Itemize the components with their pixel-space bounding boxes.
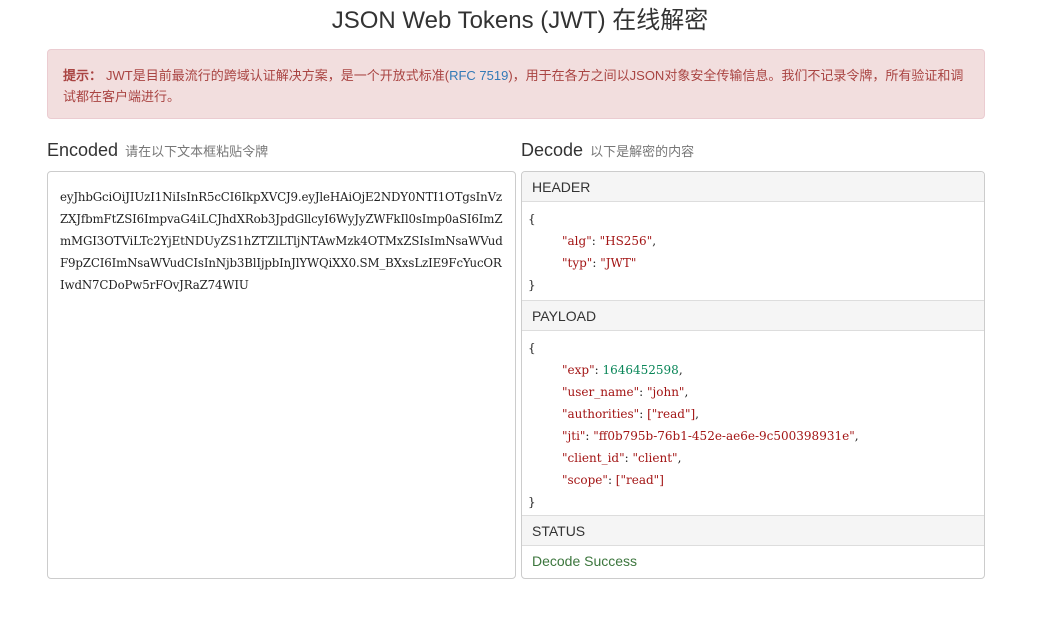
- status-message: Decode Success: [532, 553, 638, 569]
- json-value: ["read"]: [615, 473, 664, 487]
- encoded-title: Encoded: [47, 140, 119, 160]
- json-key: "typ": [562, 256, 593, 270]
- json-value: "JWT": [600, 256, 637, 270]
- payload-section-label: PAYLOAD: [522, 301, 984, 331]
- rfc-link[interactable]: RFC 7519: [449, 68, 508, 83]
- json-key: "exp": [562, 363, 595, 377]
- json-value: "client": [632, 451, 678, 465]
- json-row-authorities: "authorities": ["read"],: [562, 407, 699, 421]
- json-row-scope: "scope": ["read"]: [562, 473, 664, 487]
- alert-label: 提示：: [63, 68, 103, 83]
- json-key: "jti": [562, 429, 586, 443]
- json-row-exp: "exp": 1646452598,: [562, 363, 683, 377]
- json-value: 1646452598: [602, 363, 679, 377]
- decode-title: Decode: [521, 140, 584, 160]
- json-value: "HS256": [599, 234, 653, 248]
- json-key: "authorities": [562, 407, 640, 421]
- alert-text-before: JWT是目前最流行的跨域认证解决方案，是一个开放式标准(: [106, 68, 450, 83]
- payload-json: { "exp": 1646452598, "user_name": "john"…: [522, 331, 984, 516]
- page-title: JSON Web Tokens (JWT) 在线解密: [331, 7, 709, 34]
- status-section-label: STATUS: [522, 516, 984, 546]
- json-key: "user_name": [562, 385, 640, 399]
- decode-heading: Decode 以下是解密的内容: [521, 139, 694, 163]
- decode-panel: HEADER { "alg": "HS256", "typ": "JWT" } …: [521, 171, 985, 579]
- json-row-jti: "jti": "ff0b795b-76b1-452e-ae6e-9c500398…: [562, 429, 859, 443]
- json-key: "client_id": [562, 451, 625, 465]
- json-open-brace: {: [528, 341, 536, 355]
- json-key: "scope": [562, 473, 608, 487]
- json-close-brace: }: [528, 495, 536, 509]
- json-row-user-name: "user_name": "john",: [562, 385, 689, 399]
- json-value: ["read"]: [647, 407, 696, 421]
- json-row-typ: "typ": "JWT": [562, 256, 637, 270]
- encoded-heading: Encoded 请在以下文本框粘贴令牌: [47, 139, 268, 163]
- json-value: "john": [647, 385, 685, 399]
- encoded-subtitle: 请在以下文本框粘贴令牌: [125, 144, 269, 159]
- header-section-label: HEADER: [522, 172, 984, 202]
- decode-subtitle: 以下是解密的内容: [590, 144, 695, 159]
- json-row-alg: "alg": "HS256",: [562, 234, 657, 248]
- token-textarea[interactable]: eyJhbGciOiJIUzI1NiIsInR5cCI6IkpXVCJ9.eyJ…: [47, 171, 516, 579]
- json-key: "alg": [562, 234, 592, 248]
- json-value: "ff0b795b-76b1-452e-ae6e-9c500398931e": [593, 429, 855, 443]
- json-row-client-id: "client_id": "client",: [562, 451, 682, 465]
- json-open-brace: {: [528, 212, 536, 226]
- header-json: { "alg": "HS256", "typ": "JWT" }: [522, 202, 984, 301]
- info-alert: 提示： JWT是目前最流行的跨域认证解决方案，是一个开放式标准(RFC 7519)…: [47, 49, 985, 119]
- json-close-brace: }: [528, 278, 536, 292]
